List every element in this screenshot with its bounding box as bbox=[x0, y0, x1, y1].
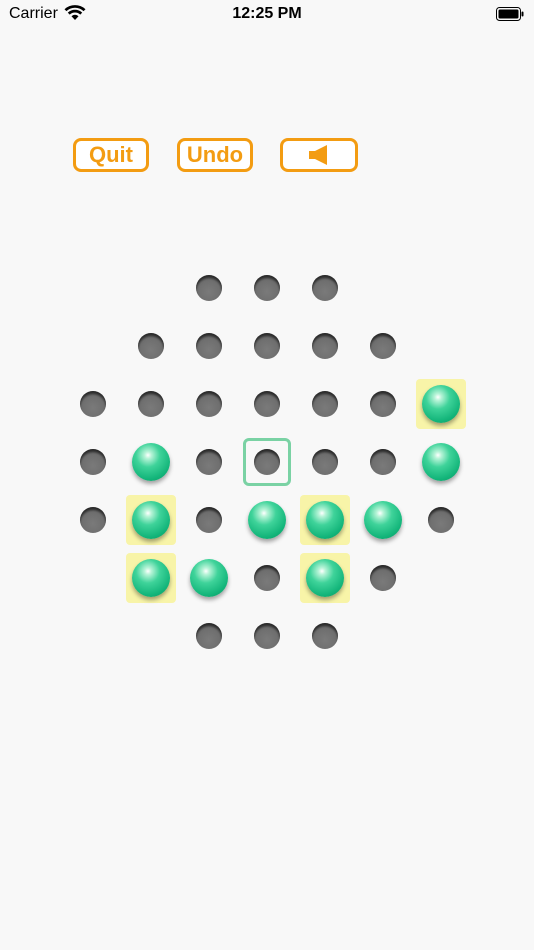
hole[interactable] bbox=[370, 391, 396, 417]
hole[interactable] bbox=[370, 565, 396, 591]
hole[interactable] bbox=[196, 623, 222, 649]
hole[interactable] bbox=[196, 449, 222, 475]
hole[interactable] bbox=[80, 449, 106, 475]
hole[interactable] bbox=[196, 275, 222, 301]
hole[interactable] bbox=[196, 507, 222, 533]
hole[interactable] bbox=[312, 391, 338, 417]
hole[interactable] bbox=[370, 449, 396, 475]
peg[interactable] bbox=[132, 443, 170, 481]
peg[interactable] bbox=[422, 385, 460, 423]
hole[interactable] bbox=[312, 449, 338, 475]
hole[interactable] bbox=[370, 333, 396, 359]
hole[interactable] bbox=[254, 565, 280, 591]
peg[interactable] bbox=[306, 501, 344, 539]
hole[interactable] bbox=[196, 391, 222, 417]
hole[interactable] bbox=[254, 449, 280, 475]
hole[interactable] bbox=[312, 333, 338, 359]
hole[interactable] bbox=[428, 507, 454, 533]
peg[interactable] bbox=[306, 559, 344, 597]
hole[interactable] bbox=[254, 275, 280, 301]
hole[interactable] bbox=[312, 623, 338, 649]
hole[interactable] bbox=[138, 391, 164, 417]
game-board bbox=[0, 0, 534, 950]
hole[interactable] bbox=[312, 275, 338, 301]
peg[interactable] bbox=[132, 501, 170, 539]
peg[interactable] bbox=[190, 559, 228, 597]
peg[interactable] bbox=[132, 559, 170, 597]
hole[interactable] bbox=[138, 333, 164, 359]
peg[interactable] bbox=[364, 501, 402, 539]
hole[interactable] bbox=[80, 507, 106, 533]
peg[interactable] bbox=[422, 443, 460, 481]
peg[interactable] bbox=[248, 501, 286, 539]
hole[interactable] bbox=[254, 333, 280, 359]
hole[interactable] bbox=[196, 333, 222, 359]
hole[interactable] bbox=[254, 391, 280, 417]
hole[interactable] bbox=[254, 623, 280, 649]
hole[interactable] bbox=[80, 391, 106, 417]
